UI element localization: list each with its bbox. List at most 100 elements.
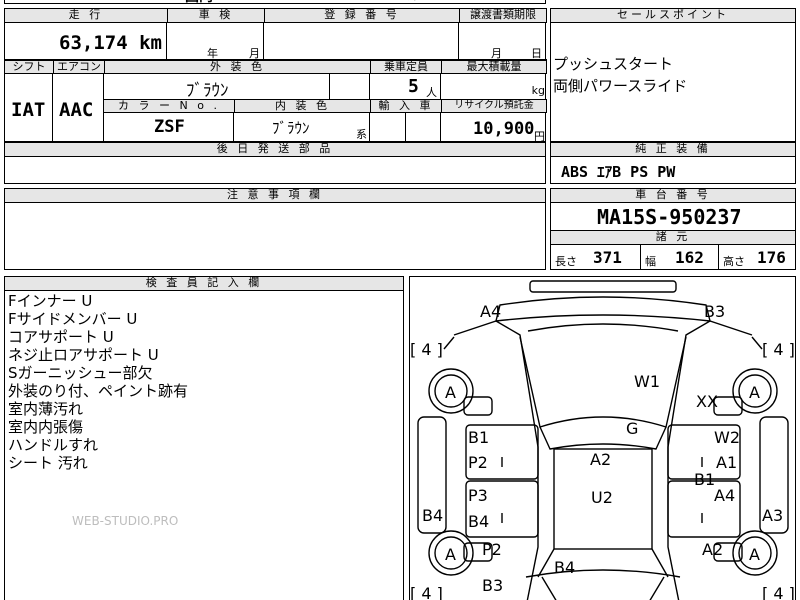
transfer-deadline-header: 譲渡書類期限 [459,8,547,23]
vehicle-info-block: 走 行 車 検 登 録 番 号 譲渡書類期限 63,174 km 年 月 月 日… [4,8,547,143]
tire-3: [ 4 ] [410,584,443,600]
inspector-note: 外装のり付、ペイント跡有 [8,382,189,400]
mark-a4: A4 [480,302,501,321]
tire-2: [ 4 ] [762,340,795,359]
wheel-mark-2: A [749,383,760,402]
width-value: 162 [675,248,704,267]
capacity-header: 乗車定員 [370,60,442,74]
ac-value: AAC [59,99,94,121]
diagram-labels: [ 4 ] [ 4 ] [ 4 ] [ 4 ] A A A A A4 B3 W1… [410,302,795,600]
chassis-header: 車 台 番 号 [550,188,796,203]
inspector-header: 検 査 員 記 入 欄 [4,276,404,291]
specs-header: 諸 元 [550,230,796,245]
mark-a2-right: A2 [702,540,723,559]
inspection-header: 車 検 [167,8,265,23]
mark-w2: W2 [714,428,740,447]
inspector-note: シート 汚れ [8,454,88,472]
width-label: 幅 [645,255,656,268]
chassis-block: 車 台 番 号 MA15S-950237 諸 元 長さ 371 幅 162 高さ… [550,188,796,270]
sales-point-header: セールスポイント [550,8,796,23]
sales-point-1: プッシュスタート [553,55,674,73]
top-fragment-text-2: 外 [407,0,419,3]
inspector-note: ネジ止ロアサポート U [8,346,159,364]
inspector-note: Fインナー U [8,292,93,310]
mileage-header: 走 行 [4,8,168,23]
capacity-cell: 5 人 [370,73,441,100]
inspection-month: 月 [249,47,260,60]
mark-p2-left: P2 [468,453,488,472]
length-value: 371 [593,248,622,267]
damage-diagram-block: [ 4 ] [ 4 ] [ 4 ] [ 4 ] A A A A A4 B3 W1… [409,276,796,600]
color-no-cell: ZSF [104,112,234,142]
exterior-color-value: ﾌﾞﾗｳﾝ [186,81,229,101]
transfer-month: 月 [491,47,502,60]
genuine-equipment-block: 純 正 装 備 ABS ｴｱB PS PW [550,142,796,184]
wheel-mark-3: A [445,545,456,564]
inspector-note: Sガーニッシュー部欠 [8,364,153,382]
ac-cell: AAC [53,73,104,142]
mileage-value: 63,174 km [59,32,162,54]
inspector-note: 室内内張傷 [8,418,84,436]
exterior-color-extra [330,73,370,100]
mark-a2-center: A2 [590,450,611,469]
wheel-mark-1: A [445,383,456,402]
sales-point-2: 両側パワースライド [553,77,688,95]
mark-b1-right: B1 [694,470,715,489]
top-fragment-text: 国内 [185,0,213,6]
inspection-cell: 年 月 [167,23,264,60]
import-cell-2 [406,112,441,142]
later-parts-block: 後 日 発 送 部 品 [4,142,546,184]
import-header: 輸 入 車 [370,99,442,113]
tire-1: [ 4 ] [410,340,443,359]
mark-p3: P3 [468,486,488,505]
inspection-year: 年 [207,47,218,60]
max-load-header: 最大積載量 [441,60,547,74]
transfer-cell: 月 日 [459,23,547,60]
length-cell: 長さ 371 [551,244,641,270]
inspector-note: 室内薄汚れ [8,400,84,418]
mark-b1-left: B1 [468,428,489,447]
registration-header: 登 録 番 号 [264,8,460,23]
color-no-header: カ ラ ー N o . [103,99,235,113]
mark-b3-top: B3 [704,302,725,321]
genuine-equipment-value: ABS ｴｱB PS PW [561,163,676,181]
width-cell: 幅 162 [641,244,719,270]
shift-cell: IAT [5,73,53,142]
exterior-color-cell: ﾌﾞﾗｳﾝ [104,73,330,101]
mark-w1: W1 [634,372,660,391]
max-load-cell: kg [441,73,547,100]
length-label: 長さ [555,255,577,268]
mark-u2: U2 [591,488,613,507]
wheel-mark-4: A [749,545,760,564]
ac-header: エアコン [53,60,105,74]
mark-b4-mid: B4 [468,512,489,531]
height-label: 高さ [723,255,745,268]
interior-suffix: 系 [356,128,367,141]
mark-b4-bottom: B4 [554,558,575,577]
watermark: WEB-STUDIO.PRO [72,514,179,528]
exterior-color-header: 外 装 色 [104,60,371,74]
registration-cell [264,23,459,60]
interior-color-value: ﾌﾞﾗｳﾝ [272,119,310,137]
import-cell-1 [370,112,406,142]
mark-b3-bottom: B3 [482,576,503,595]
inspector-notes: Fインナー U Fサイドメンバー U コアサポート U ネジ止ロアサポート U … [8,292,188,472]
mark-p2-bottom: P2 [482,540,502,559]
recycle-value: 10,900 [473,119,535,139]
load-unit: kg [531,84,545,97]
chassis-number: MA15S-950237 [597,205,742,229]
mark-a3: A3 [762,506,783,525]
mark-a4-right: A4 [714,486,735,505]
shift-header: シフト [4,60,54,74]
notes-block: 注 意 事 項 欄 [4,188,546,270]
color-no-value: ZSF [154,117,185,137]
inspector-note: Fサイドメンバー U [8,310,138,328]
capacity-unit: 人 [426,86,437,99]
mark-a1: A1 [716,453,737,472]
inspector-note: ハンドルすれ [8,436,99,454]
interior-color-header: 内 装 色 [234,99,371,113]
inspector-note: コアサポート U [8,328,114,346]
height-value: 176 [757,248,786,267]
height-cell: 高さ 176 [719,244,796,270]
sales-point-block: セールスポイント プッシュスタート 両側パワースライド [550,8,796,142]
